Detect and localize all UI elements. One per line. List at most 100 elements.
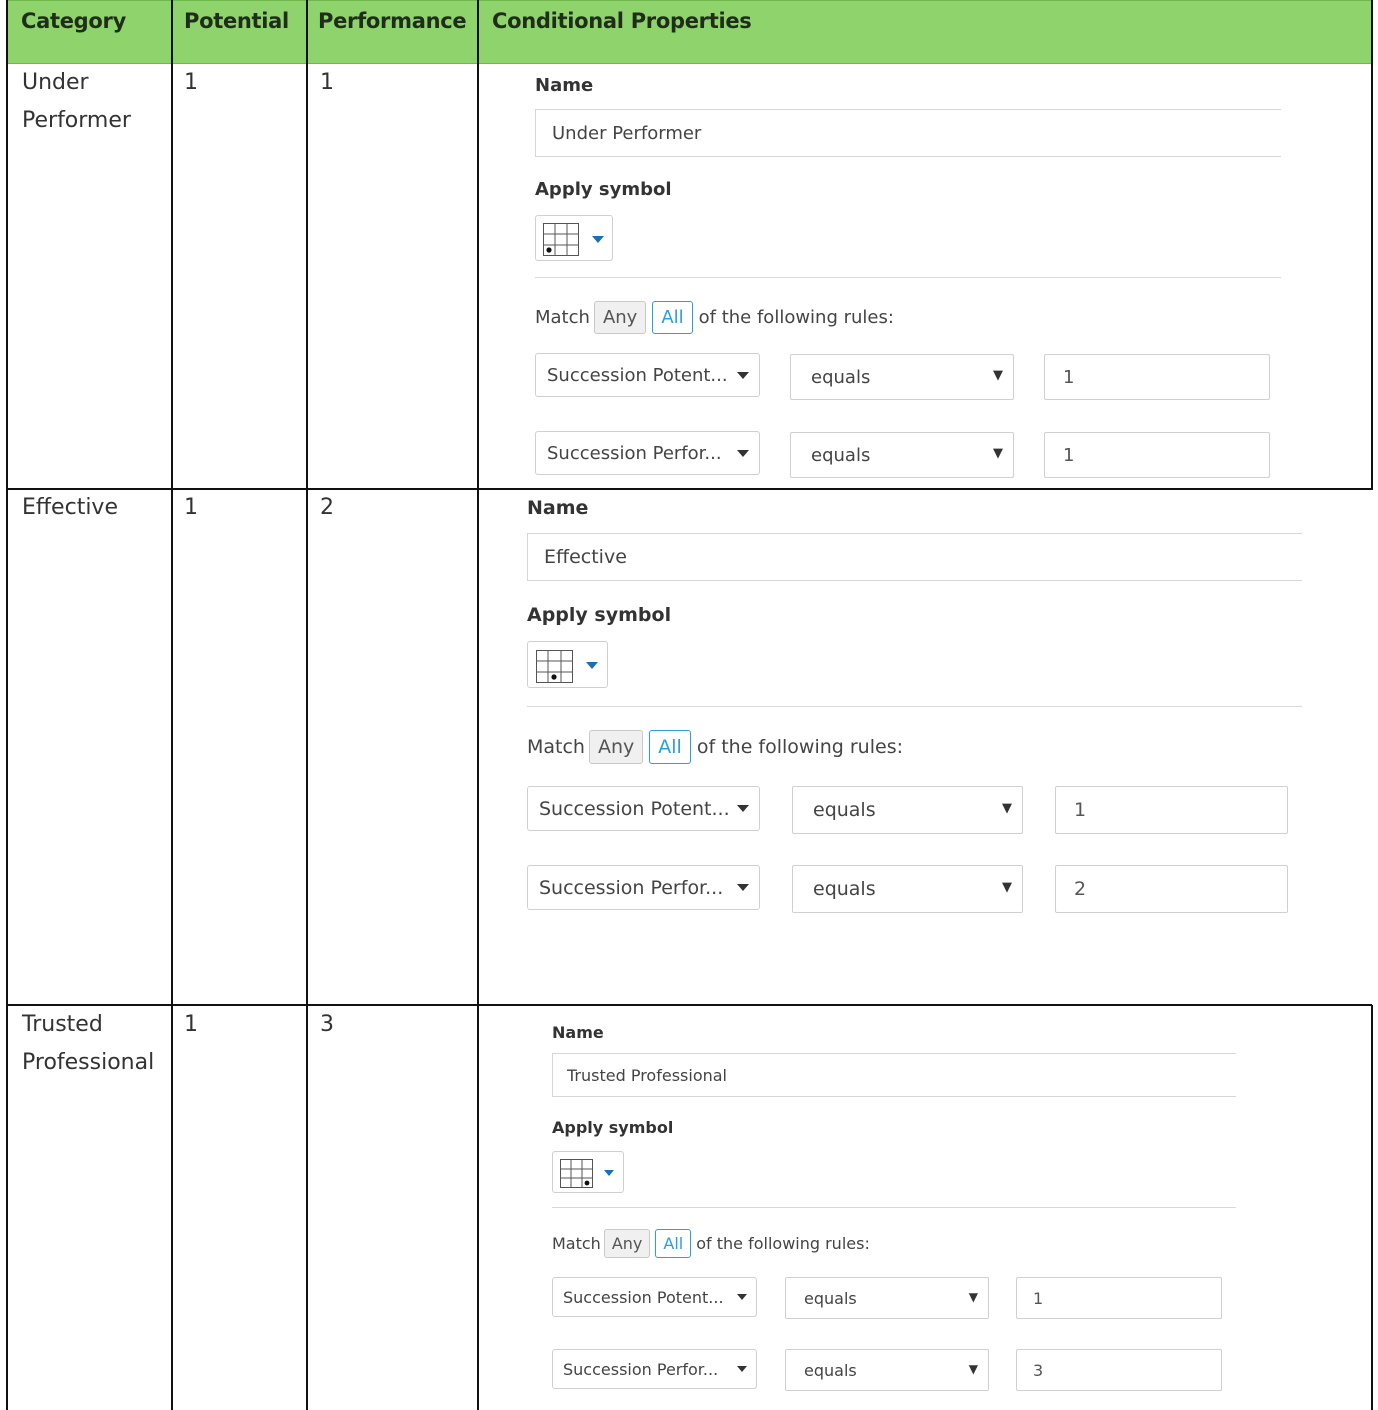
category-text: Professional <box>22 1050 155 1075</box>
potential-cell: 1 <box>184 1012 198 1037</box>
category-text: Performer <box>22 108 131 133</box>
name-label: Name <box>535 75 594 96</box>
any-toggle[interactable]: Any <box>593 300 647 334</box>
rule-value-input[interactable]: 1 <box>1044 354 1270 400</box>
rule-field-select[interactable]: Succession Perfor... <box>535 431 760 475</box>
performance-cell: 2 <box>320 495 334 520</box>
symbol-dropdown-button[interactable] <box>535 215 613 261</box>
conditional-form: Name Under Performer Apply symbol Match … <box>535 72 1281 486</box>
name-input[interactable]: Under Performer <box>535 109 1281 157</box>
category-cell: Effective <box>22 489 118 527</box>
rule-field-select[interactable]: Succession Potent... <box>535 353 760 397</box>
rule-operator-select[interactable]: equals ▼ <box>790 432 1014 478</box>
caret-down-icon <box>737 884 749 891</box>
rule-field-select[interactable]: Succession Potent... <box>552 1277 757 1317</box>
apply-symbol-label: Apply symbol <box>527 604 672 626</box>
match-prefix: Match <box>527 736 585 758</box>
rule-operator-select[interactable]: equals ▼ <box>785 1277 989 1319</box>
caret-down-icon: ▼ <box>1002 880 1012 895</box>
rule-operator-value: equals <box>813 799 876 821</box>
rule-field-value: Succession Perfor... <box>547 442 722 464</box>
all-toggle[interactable]: All <box>655 1228 692 1258</box>
match-prefix: Match <box>552 1233 601 1253</box>
performance-cell: 3 <box>320 1012 334 1037</box>
caret-down-icon: ▼ <box>968 1290 978 1304</box>
caret-down-icon <box>737 1294 747 1300</box>
all-toggle[interactable]: All <box>652 300 693 334</box>
all-toggle[interactable]: All <box>649 730 691 764</box>
match-row: Match Any All of the following rules: <box>552 1226 870 1260</box>
grid-symbol-icon <box>543 223 579 256</box>
caret-down-icon <box>737 805 749 812</box>
caret-down-icon: ▼ <box>993 446 1003 461</box>
category-text: Trusted <box>22 1012 103 1037</box>
table-divider <box>306 0 308 1410</box>
rule-field-select[interactable]: Succession Potent... <box>527 786 760 831</box>
category-text: Under <box>22 70 89 95</box>
caret-down-icon <box>586 662 598 669</box>
apply-symbol-label: Apply symbol <box>552 1118 674 1137</box>
rule-field-value: Succession Potent... <box>547 364 728 386</box>
category-cell: Under Performer <box>22 64 131 140</box>
rule-value-input[interactable]: 3 <box>1016 1349 1222 1391</box>
header-performance: Performance <box>318 9 467 33</box>
match-suffix: of the following rules: <box>696 736 903 758</box>
potential-cell: 1 <box>184 495 198 520</box>
divider <box>552 1207 1236 1208</box>
match-suffix: of the following rules: <box>696 1233 870 1253</box>
caret-down-icon: ▼ <box>993 368 1003 383</box>
rule-operator-select[interactable]: equals ▼ <box>790 354 1014 400</box>
category-text: Effective <box>22 495 118 520</box>
symbol-dropdown-button[interactable] <box>527 641 608 688</box>
symbol-dropdown-button[interactable] <box>552 1151 624 1193</box>
caret-down-icon <box>604 1170 614 1176</box>
rule-field-value: Succession Potent... <box>539 797 730 820</box>
match-suffix: of the following rules: <box>698 306 894 328</box>
rule-value-input[interactable]: 1 <box>1055 786 1288 834</box>
caret-down-icon <box>737 1366 747 1372</box>
rule-operator-select[interactable]: equals ▼ <box>792 786 1023 834</box>
table-border-right <box>1371 0 1373 490</box>
row-divider <box>6 488 1372 490</box>
name-input[interactable]: Trusted Professional <box>552 1053 1236 1097</box>
match-row: Match Any All of the following rules: <box>527 728 903 766</box>
rule-value-input[interactable]: 1 <box>1044 432 1270 478</box>
any-toggle[interactable]: Any <box>588 730 644 764</box>
rule-operator-value: equals <box>804 1360 857 1380</box>
table-divider <box>477 0 479 1410</box>
rule-value-input[interactable]: 1 <box>1016 1277 1222 1319</box>
table-header: Category Potential Performance Condition… <box>6 0 1372 64</box>
rule-field-value: Succession Potent... <box>563 1287 724 1307</box>
match-row: Match Any All of the following rules: <box>535 298 894 336</box>
rule-operator-select[interactable]: equals ▼ <box>792 865 1023 913</box>
category-cell: Trusted Professional <box>22 1006 154 1082</box>
table-border-left <box>6 0 8 1410</box>
grid-symbol-icon <box>536 650 573 683</box>
caret-down-icon <box>737 450 749 457</box>
caret-down-icon <box>592 236 604 243</box>
header-conditional-properties: Conditional Properties <box>492 9 752 33</box>
divider <box>535 277 1281 278</box>
divider <box>527 706 1302 707</box>
grid-symbol-icon <box>560 1159 593 1188</box>
name-input[interactable]: Effective <box>527 533 1302 581</box>
caret-down-icon <box>737 372 749 379</box>
header-potential: Potential <box>184 9 289 33</box>
rule-field-value: Succession Perfor... <box>539 876 724 899</box>
table-border-right <box>1371 1005 1373 1410</box>
header-category: Category <box>21 9 126 33</box>
any-toggle[interactable]: Any <box>603 1228 651 1258</box>
rule-field-select[interactable]: Succession Perfor... <box>552 1349 757 1389</box>
row-divider <box>6 1004 1372 1006</box>
performance-cell: 1 <box>320 70 334 95</box>
rule-value-input[interactable]: 2 <box>1055 865 1288 913</box>
conditional-form: Name Effective Apply symbol Match Any Al… <box>527 495 1302 915</box>
name-label: Name <box>552 1023 604 1042</box>
rule-field-value: Succession Perfor... <box>563 1359 719 1379</box>
rule-field-select[interactable]: Succession Perfor... <box>527 865 760 910</box>
potential-cell: 1 <box>184 70 198 95</box>
rule-operator-value: equals <box>813 878 876 900</box>
caret-down-icon: ▼ <box>968 1362 978 1376</box>
rule-operator-select[interactable]: equals ▼ <box>785 1349 989 1391</box>
caret-down-icon: ▼ <box>1002 801 1012 816</box>
